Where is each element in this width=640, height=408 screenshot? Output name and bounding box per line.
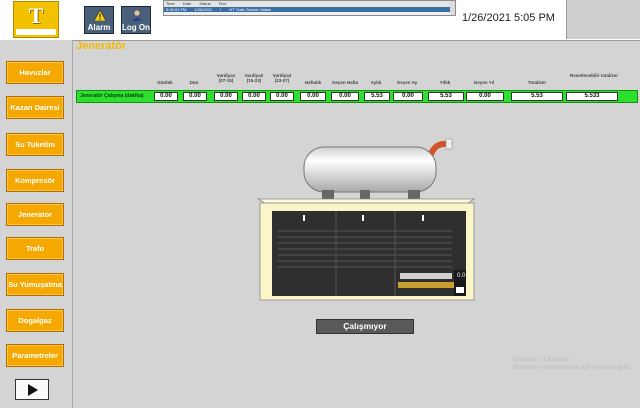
col-header-resetlenebilir-totalizer: Resetlenebilir totalizer — [569, 73, 618, 78]
play-icon — [28, 384, 38, 396]
page-title: Jeneratör — [76, 40, 127, 52]
top-bar: T Alarm Log On Time Date Status Text 5:0… — [0, 0, 640, 41]
user-icon — [132, 10, 142, 21]
col-header-vardiya3: Vardiya3 (23-07) — [272, 73, 292, 83]
alarm-list-scrollbar[interactable] — [450, 1, 455, 15]
generator-runtime-label: Jeneratör Çalışma (dakika) — [80, 93, 144, 99]
value-dun: 0.00 — [183, 92, 207, 101]
alarm-row-date: 1/26/2021 — [194, 7, 213, 12]
sidebar-nav: Havuzlar Kazan Dairesi Su Tuketim Kompre… — [0, 40, 73, 408]
col-header-haftalik: Haftalık — [304, 80, 322, 85]
activation-watermark: Windows'u Etkinleştir Windows'u etkinleş… — [513, 356, 632, 372]
col-header-gunluk: Günlük — [157, 80, 173, 85]
exhaust-pipe — [427, 138, 453, 159]
log-on-button-label: Log On — [122, 23, 150, 32]
log-on-button[interactable]: Log On — [121, 6, 151, 34]
value-vardiya2: 0.00 — [242, 92, 266, 101]
fuel-tank — [303, 146, 437, 193]
radiator-grille — [278, 230, 452, 268]
col-header-aylik: Aylık — [370, 80, 382, 85]
alarm-row-time: 5:05:51 PM — [166, 7, 187, 12]
nav-havuzlar-button[interactable]: Havuzlar — [6, 61, 64, 84]
nav-kompresor-button[interactable]: Kompresör — [6, 169, 64, 192]
value-vardiya1: 0.00 — [214, 92, 238, 101]
value-gecen-hafta: 0.00 — [331, 92, 359, 101]
top-right-panel — [566, 0, 640, 39]
warning-icon — [94, 10, 106, 21]
value-aylik: 5.53 — [364, 92, 390, 101]
col-header-vardiya1: Vardiya1 (07-15) — [216, 73, 236, 83]
nav-trafo-button[interactable]: Trafo — [6, 237, 64, 260]
value-totalizer: 5.53 — [511, 92, 563, 101]
alarm-button-label: Alarm — [87, 23, 111, 32]
alarm-list[interactable]: Time Date Status Text 5:05:51 PM 1/26/20… — [163, 0, 456, 16]
value-vardiya3: 0.00 — [270, 92, 294, 101]
col-header-gecen-hafta: Geçen Hafta — [331, 80, 359, 85]
play-button[interactable] — [15, 379, 49, 400]
col-header-gecen-yil: Geçen Yıl — [473, 80, 495, 85]
value-gecen-ay: 0.00 — [393, 92, 423, 101]
watermark-line-1: Windows'u Etkinleştir — [513, 357, 570, 363]
nav-jenerator-button[interactable]: Jenerator — [6, 203, 64, 226]
alarm-row-status: I — [220, 7, 222, 12]
company-logo: T — [13, 1, 59, 38]
panel-readout: 0.0 — [457, 273, 466, 279]
col-header-vardiya2: Vardiya2 (15-23) — [244, 73, 264, 83]
value-resetlenebilir-totalizer: 5.533 — [566, 92, 618, 101]
alarm-button[interactable]: Alarm — [84, 6, 114, 34]
col-header-dun: Dün — [189, 80, 199, 85]
generator-illustration: 0.0 — [256, 138, 476, 301]
nav-su-yumusatma-button[interactable]: Su Yumuşatma — [6, 273, 64, 296]
generator-status-indicator: Çalışmıyor — [316, 319, 414, 334]
fuel-level-bar — [398, 282, 454, 288]
control-strip — [400, 273, 452, 279]
nav-dogalgaz-button[interactable]: Dogalgaz — [6, 309, 64, 332]
value-yillik: 5.53 — [428, 92, 464, 101]
alarm-row-text: HT Trafo Sensör Hatası — [229, 7, 272, 12]
col-header-gecen-ay: Geçen Ay — [396, 80, 418, 85]
date-time-display: 1/26/2021 5:05 PM — [462, 12, 555, 24]
value-gunluk: 0.00 — [154, 92, 178, 101]
col-header-yillik: Yıllık — [439, 80, 451, 85]
nav-su-tuketim-button[interactable]: Su Tuketim — [6, 133, 64, 156]
nav-kazan-dairesi-button[interactable]: Kazan Dairesi — [6, 96, 64, 119]
value-gecen-yil: 0.00 — [466, 92, 504, 101]
nav-parametreler-button[interactable]: Parametreler — [6, 344, 64, 367]
alarm-list-row[interactable]: 5:05:51 PM 1/26/2021 I HT Trafo Sensör H… — [164, 7, 455, 12]
watermark-line-2: Windows'u etkinleştirmek için Ayarlar'a … — [513, 365, 632, 371]
value-haftalik: 0.00 — [300, 92, 326, 101]
col-header-totalizer: Totalizer — [527, 80, 547, 85]
